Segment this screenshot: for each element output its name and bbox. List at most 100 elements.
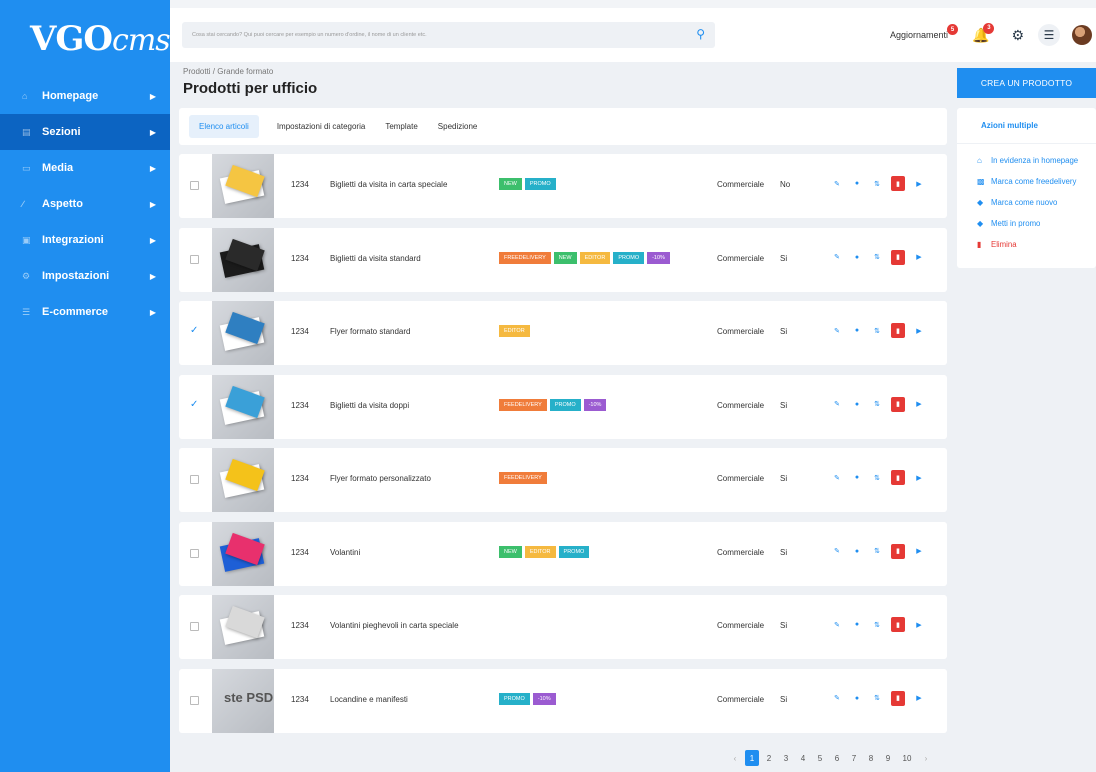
bulk-action-marca-come-freedelivery[interactable]: ▩ Marca come freedelivery [957,171,1096,192]
edit-icon[interactable]: ✎ [829,397,845,411]
chevron-right-icon[interactable]: ▶ [911,397,927,411]
table-row[interactable]: 1234 Biglietti da visita standard FREEDELI… [179,227,947,292]
logo[interactable]: VGOcms [0,0,171,78]
tab-impostazioni-di-categoria[interactable]: Impostazioni di categoria [267,115,376,138]
table-row[interactable]: 1234 Volantini NEW EDITOR PROMO Commerciale Si… [179,521,947,586]
row-checkbox[interactable] [190,475,199,484]
sort-icon[interactable]: ⇅ [869,324,885,338]
product-name[interactable]: Biglietti da visita in carta speciale [330,180,447,189]
pagination-next[interactable]: › [919,750,933,766]
pagination-page[interactable]: 4 [796,750,810,766]
tab-elenco-articoli[interactable]: Elenco articoli [189,115,259,138]
edit-icon[interactable]: ✎ [829,177,845,191]
sidebar-item-sezioni[interactable]: ▤ Sezioni ▶ [0,114,170,150]
product-name[interactable]: Flyer formato standard [330,327,410,336]
product-name[interactable]: Flyer formato personalizzato [330,474,431,483]
drop-icon[interactable]: ● [849,177,865,191]
row-checkbox[interactable] [190,622,199,631]
pagination-page[interactable]: 7 [847,750,861,766]
product-name[interactable]: Volantini pieghevoli in carta speciale [330,621,459,630]
drop-icon[interactable]: ● [849,250,865,264]
notifications-button[interactable]: 🔔 3 [972,22,995,44]
drop-icon[interactable]: ● [849,618,865,632]
edit-icon[interactable]: ✎ [829,250,845,264]
table-row[interactable]: ste PSD 1234 Locandine e manifesti PROMO -10… [179,668,947,733]
trash-icon[interactable]: ▮ [891,396,905,412]
sidebar-item-homepage[interactable]: ⌂ Homepage ▶ [0,78,170,114]
menu-button[interactable]: ☰ [1038,24,1060,46]
chevron-right-icon[interactable]: ▶ [911,544,927,558]
tab-spedizione[interactable]: Spedizione [428,115,488,138]
product-name[interactable]: Volantini [330,548,360,557]
sort-icon[interactable]: ⇅ [869,397,885,411]
row-checkbox[interactable] [190,399,199,411]
drop-icon[interactable]: ● [849,471,865,485]
edit-icon[interactable]: ✎ [829,691,845,705]
product-name[interactable]: Biglietti da visita standard [330,254,421,263]
row-checkbox[interactable] [190,254,199,264]
edit-icon[interactable]: ✎ [829,618,845,632]
sidebar-item-aspetto[interactable]: ∕ Aspetto ▶ [0,186,170,222]
edit-icon[interactable]: ✎ [829,544,845,558]
bulk-action-in-evidenza-in-homepage[interactable]: ⌂ In evidenza in homepage [957,150,1096,171]
chevron-right-icon[interactable]: ▶ [911,471,927,485]
trash-icon[interactable]: ▮ [891,617,905,632]
search-input[interactable] [182,22,677,48]
sidebar-item-integrazioni[interactable]: ▣ Integrazioni ▶ [0,222,170,258]
chevron-right-icon[interactable]: ▶ [911,691,927,705]
settings-button[interactable]: ⚙ [1011,27,1024,44]
table-row[interactable]: 1234 Biglietti da visita doppi FEEDELIVERY… [179,374,947,439]
row-checkbox[interactable] [190,181,199,190]
sidebar-item-e-commerce[interactable]: ☰ E-commerce ▶ [0,294,170,330]
pagination-page[interactable]: 3 [779,750,793,766]
sort-icon[interactable]: ⇅ [869,177,885,191]
pagination-page[interactable]: 1 [745,750,759,766]
pagination-page[interactable]: 2 [762,750,776,766]
row-checkbox[interactable] [190,325,199,337]
drop-icon[interactable]: ● [849,397,865,411]
avatar[interactable] [1072,25,1092,45]
sort-icon[interactable]: ⇅ [869,250,885,264]
product-name[interactable]: Locandine e manifesti [330,695,408,704]
trash-icon[interactable]: ▮ [891,249,905,265]
bulk-action-elimina[interactable]: ▮ Elimina [957,234,1096,255]
pagination-page[interactable]: 8 [864,750,878,766]
search-icon[interactable]: ⚲ [696,27,705,41]
bulk-action-metti-in-promo[interactable]: ◆ Metti in promo [957,213,1096,234]
sort-icon[interactable]: ⇅ [869,618,885,632]
table-row[interactable]: 1234 Biglietti da visita in carta special… [179,154,947,218]
tab-template[interactable]: Template [375,115,427,138]
updates-link[interactable]: Aggiornamenti 5 [890,24,958,40]
trash-icon[interactable]: ▮ [891,690,905,706]
pagination-page[interactable]: 5 [813,750,827,766]
chevron-right-icon[interactable]: ▶ [911,250,927,264]
chevron-right-icon[interactable]: ▶ [911,177,927,191]
trash-icon[interactable]: ▮ [891,470,905,485]
create-product-button[interactable]: CREA UN PRODOTTO [957,68,1096,98]
sort-icon[interactable]: ⇅ [869,471,885,485]
chevron-right-icon[interactable]: ▶ [911,324,927,338]
sort-icon[interactable]: ⇅ [869,544,885,558]
edit-icon[interactable]: ✎ [829,471,845,485]
table-row[interactable]: 1234 Flyer formato personalizzato FEEDELIV… [179,448,947,512]
trash-icon[interactable]: ▮ [891,543,905,559]
bulk-action-marca-come-nuovo[interactable]: ◆ Marca come nuovo [957,192,1096,213]
pagination-prev[interactable]: ‹ [728,750,742,766]
sort-icon[interactable]: ⇅ [869,691,885,705]
drop-icon[interactable]: ● [849,324,865,338]
pagination-page[interactable]: 6 [830,750,844,766]
row-checkbox[interactable] [190,548,199,558]
drop-icon[interactable]: ● [849,691,865,705]
pagination-page[interactable]: 9 [881,750,895,766]
table-row[interactable]: 1234 Flyer formato standard EDITOR Commerci… [179,301,947,365]
chevron-right-icon[interactable]: ▶ [911,618,927,632]
trash-icon[interactable]: ▮ [891,323,905,338]
drop-icon[interactable]: ● [849,544,865,558]
sidebar-item-impostazioni[interactable]: ⚙ Impostazioni ▶ [0,258,170,294]
sidebar-item-media[interactable]: ▭ Media ▶ [0,150,170,186]
trash-icon[interactable]: ▮ [891,176,905,191]
table-row[interactable]: 1234 Volantini pieghevoli in carta specia… [179,595,947,659]
edit-icon[interactable]: ✎ [829,324,845,338]
pagination-page[interactable]: 10 [898,750,916,766]
row-checkbox[interactable] [190,695,199,705]
